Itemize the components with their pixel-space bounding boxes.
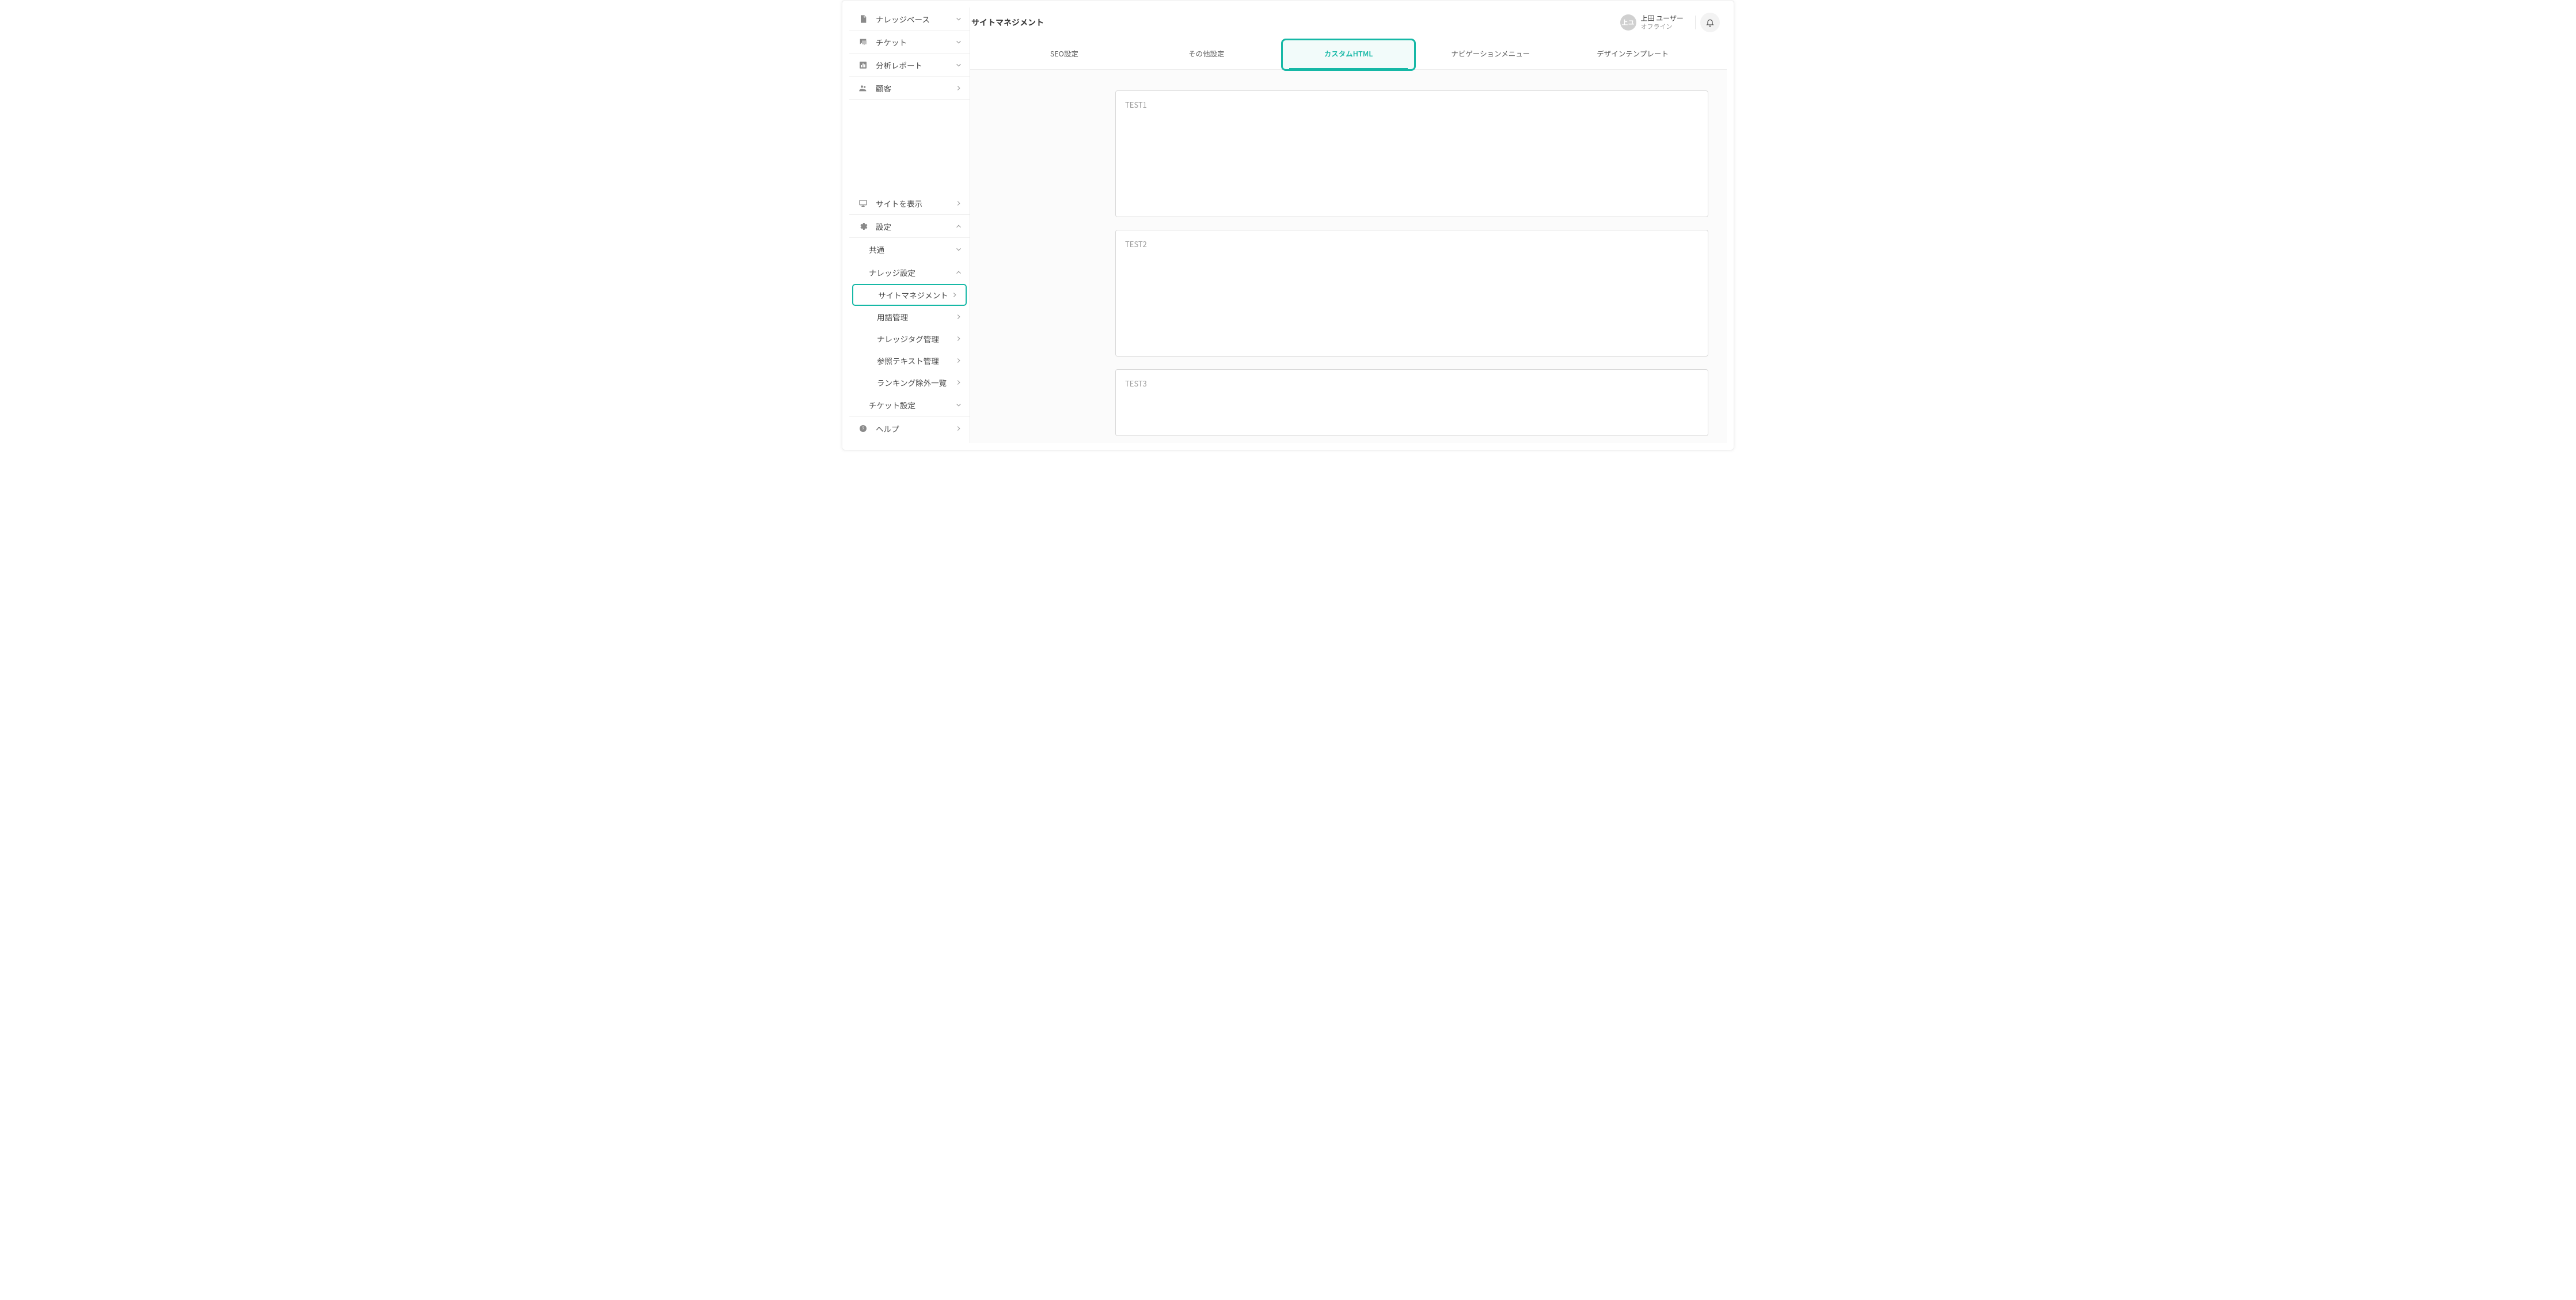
header: サイトマネジメント 上ユ 上田 ユーザー オフライン	[970, 7, 1727, 37]
tab-design-template[interactable]: デザインテンプレート	[1561, 37, 1704, 69]
tab-custom-html[interactable]: カスタムHTML	[1278, 37, 1420, 69]
avatar: 上ユ	[1620, 14, 1636, 31]
sidebar-item-label: 設定	[876, 221, 955, 232]
user-status: オフライン	[1641, 23, 1684, 31]
chevron-right-icon	[955, 84, 963, 92]
tab-other[interactable]: その他設定	[1135, 37, 1278, 69]
sidebar: ナレッジベース チケット 分析レポート	[849, 7, 970, 443]
sidebar-item-label: ランキング除外一覧	[877, 377, 955, 388]
chevron-right-icon	[955, 199, 963, 207]
tab-seo[interactable]: SEO設定	[993, 37, 1135, 69]
sidebar-item-label: 共通	[869, 244, 955, 255]
tab-navigation-menu[interactable]: ナビゲーションメニュー	[1419, 37, 1561, 69]
chevron-right-icon	[955, 357, 963, 365]
tab-label: その他設定	[1188, 48, 1225, 59]
sidebar-item-label: ヘルプ	[876, 423, 955, 434]
sidebar-item-knowledge-base[interactable]: ナレッジベース	[849, 7, 970, 31]
tab-label: カスタムHTML	[1324, 48, 1373, 59]
bell-icon	[1705, 18, 1715, 27]
document-icon	[856, 14, 870, 24]
sidebar-item-knowledge-tag[interactable]: ナレッジタグ管理	[849, 328, 970, 350]
sidebar-item-label: チケット設定	[869, 399, 955, 411]
sidebar-item-ticket[interactable]: チケット	[849, 31, 970, 54]
user-menu[interactable]: 上ユ 上田 ユーザー オフライン	[1620, 14, 1684, 31]
divider	[1695, 16, 1696, 29]
sidebar-item-label: ナレッジベース	[876, 13, 955, 25]
chart-icon	[856, 60, 870, 70]
sidebar-item-label: 参照テキスト管理	[877, 355, 955, 366]
sidebar-item-label: サイトマネジメント	[878, 289, 951, 301]
tab-label: ナビゲーションメニュー	[1451, 48, 1530, 59]
chevron-right-icon	[955, 378, 963, 386]
custom-html-card-3	[1115, 369, 1708, 436]
sidebar-item-label: チケット	[876, 36, 955, 48]
chevron-down-icon	[955, 61, 963, 69]
custom-html-textarea-1[interactable]	[1116, 91, 1708, 217]
sidebar-item-label: サイトを表示	[876, 198, 955, 209]
custom-html-card-2	[1115, 230, 1708, 357]
tabs: SEO設定 その他設定 カスタムHTML ナビゲーションメニュー デザインテンプ…	[970, 37, 1727, 70]
sidebar-item-label: 顧客	[876, 82, 955, 94]
notifications-button[interactable]	[1700, 13, 1720, 32]
active-tab-underline	[1289, 68, 1408, 69]
sidebar-item-customers[interactable]: 顧客	[849, 77, 970, 100]
chevron-down-icon	[955, 15, 963, 23]
sidebar-item-analytics[interactable]: 分析レポート	[849, 54, 970, 77]
chevron-right-icon	[951, 291, 959, 299]
help-icon: ?	[856, 424, 870, 433]
page-title: サイトマネジメント	[971, 17, 1044, 28]
chevron-right-icon	[955, 335, 963, 343]
gear-icon	[856, 222, 870, 231]
chevron-right-icon	[955, 425, 963, 433]
chevron-right-icon	[955, 313, 963, 321]
monitor-icon	[856, 199, 870, 208]
sidebar-item-knowledge-settings[interactable]: ナレッジ設定	[849, 261, 970, 284]
content-area	[970, 70, 1727, 443]
custom-html-textarea-3[interactable]	[1116, 370, 1708, 435]
chat-icon	[856, 37, 870, 47]
sidebar-item-term-management[interactable]: 用語管理	[849, 306, 970, 328]
main-area: サイトマネジメント 上ユ 上田 ユーザー オフライン SEO設定 その	[970, 7, 1727, 443]
custom-html-textarea-2[interactable]	[1116, 230, 1708, 356]
chevron-down-icon	[955, 38, 963, 46]
sidebar-item-site-management[interactable]: サイトマネジメント	[852, 284, 967, 306]
chevron-down-icon	[955, 245, 963, 253]
sidebar-item-ranking-exclusion[interactable]: ランキング除外一覧	[849, 372, 970, 393]
sidebar-item-help[interactable]: ? ヘルプ	[849, 416, 970, 439]
sidebar-item-label: ナレッジタグ管理	[877, 333, 955, 344]
sidebar-item-ticket-settings[interactable]: チケット設定	[849, 393, 970, 416]
chevron-down-icon	[955, 401, 963, 409]
tab-label: SEO設定	[1050, 48, 1078, 59]
sidebar-item-label: 分析レポート	[876, 59, 955, 71]
sidebar-item-reference-text[interactable]: 参照テキスト管理	[849, 350, 970, 372]
chevron-up-icon	[955, 222, 963, 230]
sidebar-item-view-site[interactable]: サイトを表示	[849, 192, 970, 215]
chevron-up-icon	[955, 268, 963, 276]
svg-text:?: ?	[862, 426, 865, 431]
sidebar-item-common[interactable]: 共通	[849, 238, 970, 261]
sidebar-item-settings[interactable]: 設定	[849, 215, 970, 238]
tab-label: デザインテンプレート	[1597, 48, 1669, 59]
custom-html-card-1	[1115, 90, 1708, 217]
sidebar-item-label: 用語管理	[877, 311, 955, 323]
sidebar-item-label: ナレッジ設定	[869, 267, 955, 278]
people-icon	[856, 84, 870, 93]
